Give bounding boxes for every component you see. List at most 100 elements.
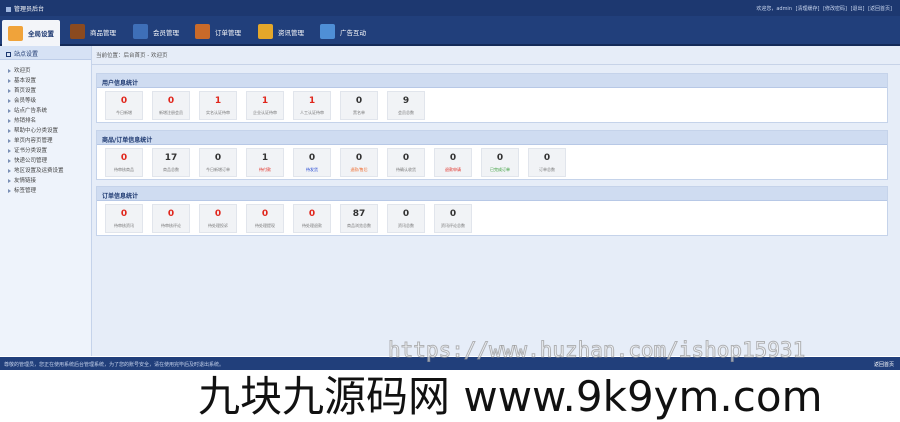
stat-card[interactable]: 0 退款/售后 (340, 148, 378, 177)
stat-card[interactable]: 0 订单总数 (528, 148, 566, 177)
ad-icon (320, 24, 335, 39)
nav-tab-global-settings[interactable]: 全局设置 (2, 20, 60, 46)
stat-value: 9 (402, 96, 410, 106)
nav-label: 资讯管理 (278, 28, 304, 37)
stat-card[interactable]: 1 人工认证待审 (293, 91, 331, 120)
stat-cards: 0 待审核资讯 0 待审核评论 0 待处理投诉 0 待处理提现 0 待处理退款 87 商品浏览总数 0 资… (97, 201, 887, 235)
nav-tab-news[interactable]: 资讯管理 (258, 19, 304, 44)
stat-card[interactable]: 0 资讯总数 (387, 204, 425, 233)
watermark-site: 九块九源码网 www.9k9ym.com (198, 372, 823, 421)
sidebar-item-welcome[interactable]: 欢迎页 (0, 66, 91, 76)
sidebar-item-site-ads[interactable]: 站点广告系统 (0, 106, 91, 116)
stat-value: 0 (120, 153, 128, 163)
stat-cards: 0 今日新增 0 新增注册会员 1 实名认证待审 1 企业认证待审 1 人工认证待审 0 黑名单 9 会员… (97, 88, 887, 122)
stat-value: 0 (214, 153, 222, 163)
stat-card[interactable]: 9 会员总数 (387, 91, 425, 120)
stat-card[interactable]: 0 已完成订单 (481, 148, 519, 177)
footer-home-link[interactable]: 返回首页 (874, 361, 894, 368)
watermark-url: https://www.huzhan.com/ishop15931 (387, 338, 806, 363)
main-nav: 全局设置 商品管理 会员管理 订单管理 资讯管理 广告互动 (0, 16, 900, 46)
stat-card[interactable]: 1 实名认证待审 (199, 91, 237, 120)
user-stats-panel: 用户信息统计 0 今日新增 0 新增注册会员 1 实名认证待审 1 企业认证待审 1 人工认证待审… (96, 73, 888, 123)
logout-link[interactable]: [退出] (851, 6, 865, 12)
stat-label: 今日新增订单 (206, 167, 230, 172)
welcome-text: 欢迎您，admin (756, 6, 792, 12)
stat-card[interactable]: 0 新增注册会员 (152, 91, 190, 120)
stat-label: 订单总数 (539, 167, 555, 172)
stat-value: 0 (402, 153, 410, 163)
main-content: 当前位置：后台首页 - 欢迎页 用户信息统计 0 今日新增 0 新增注册会员 1 实名认证… (92, 46, 900, 356)
nav-tab-products[interactable]: 商品管理 (70, 19, 116, 44)
stat-card[interactable]: 0 待处理退款 (293, 204, 331, 233)
stat-label: 退款/售后 (350, 167, 368, 172)
sidebar-item-hot-ranking[interactable]: 热销排名 (0, 116, 91, 126)
nav-tab-members[interactable]: 会员管理 (133, 19, 179, 44)
nav-tab-ads[interactable]: 广告互动 (320, 19, 366, 44)
nav-tab-orders[interactable]: 订单管理 (195, 19, 241, 44)
stat-value: 1 (261, 96, 269, 106)
admin-dashboard: 管理员后台 欢迎您，admin [清理缓存] [修改密码] [退出] [返回首页… (0, 0, 900, 422)
stat-label: 黑名单 (353, 110, 365, 115)
stat-card[interactable]: 0 待审核评论 (152, 204, 190, 233)
divider (92, 64, 900, 65)
stat-card[interactable]: 0 待确认收货 (387, 148, 425, 177)
stat-label: 待审核资讯 (114, 223, 134, 228)
sidebar-item-help-categories[interactable]: 帮助中心分类设置 (0, 126, 91, 136)
panel-title: 商品/订单信息统计 (97, 131, 887, 145)
stat-label: 人工认证待审 (300, 110, 324, 115)
app-title-text: 管理员后台 (14, 6, 45, 13)
stat-value: 17 (164, 153, 178, 163)
stat-card[interactable]: 0 待处理提现 (246, 204, 284, 233)
return-home-link[interactable]: [返回首页] (868, 6, 892, 12)
stat-card[interactable]: 0 待审核资讯 (105, 204, 143, 233)
stat-value: 0 (355, 96, 363, 106)
stat-value: 0 (308, 209, 316, 219)
stat-card[interactable]: 17 商品总数 (152, 148, 190, 177)
stat-card[interactable]: 0 退款申请 (434, 148, 472, 177)
sidebar-item-home-settings[interactable]: 首页设置 (0, 86, 91, 96)
sidebar-item-member-levels[interactable]: 会员等级 (0, 96, 91, 106)
stat-value: 0 (167, 96, 175, 106)
sidebar-item-tags[interactable]: 标签管理 (0, 186, 91, 196)
order-stats-panel: 订单信息统计 0 待审核资讯 0 待审核评论 0 待处理投诉 0 待处理提现 0 待处理退款 87 商… (96, 186, 888, 236)
stat-label: 资讯总数 (398, 223, 414, 228)
nav-label: 订单管理 (215, 28, 241, 37)
sidebar-header-label: 站点设置 (14, 51, 39, 58)
sidebar-item-basic-settings[interactable]: 基本设置 (0, 76, 91, 86)
stat-card[interactable]: 87 商品浏览总数 (340, 204, 378, 233)
stat-card[interactable]: 0 今日新增订单 (199, 148, 237, 177)
sidebar-item-couriers[interactable]: 快递公司管理 (0, 156, 91, 166)
stat-card[interactable]: 1 待付款 (246, 148, 284, 177)
stat-label: 待确认收货 (396, 167, 416, 172)
stat-value: 0 (308, 153, 316, 163)
stat-label: 今日新增 (116, 110, 132, 115)
stat-card[interactable]: 0 待发货 (293, 148, 331, 177)
stat-value: 1 (308, 96, 316, 106)
gear-icon (8, 25, 23, 41)
sidebar-item-friend-links[interactable]: 友情链接 (0, 176, 91, 186)
square-icon (6, 52, 11, 57)
stat-value: 1 (261, 153, 269, 163)
clear-cache-link[interactable]: [清理缓存] (796, 6, 820, 12)
product-order-stats-panel: 商品/订单信息统计 0 待审核商品 17 商品总数 0 今日新增订单 1 待付款 0 待发货 0 退款… (96, 130, 888, 180)
stat-label: 退款申请 (445, 167, 461, 172)
sidebar-item-pages[interactable]: 单页内容页管理 (0, 136, 91, 146)
stat-card[interactable]: 0 待审核商品 (105, 148, 143, 177)
logo-icon (6, 7, 11, 12)
stat-label: 新增注册会员 (159, 110, 183, 115)
app-title: 管理员后台 (6, 4, 44, 13)
sidebar-item-regions-shipping[interactable]: 地区设置及运费设置 (0, 166, 91, 176)
stat-label: 待审核商品 (114, 167, 134, 172)
sidebar-item-cert-categories[interactable]: 证书分类设置 (0, 146, 91, 156)
stat-label: 资讯评论总数 (441, 223, 465, 228)
stat-card[interactable]: 0 待处理投诉 (199, 204, 237, 233)
stat-value: 0 (449, 153, 457, 163)
stat-card[interactable]: 0 资讯评论总数 (434, 204, 472, 233)
stat-value: 0 (543, 153, 551, 163)
change-password-link[interactable]: [修改密码] (823, 6, 847, 12)
stat-card[interactable]: 0 黑名单 (340, 91, 378, 120)
nav-label: 广告互动 (340, 28, 366, 37)
stat-card[interactable]: 1 企业认证待审 (246, 91, 284, 120)
stat-value: 0 (496, 153, 504, 163)
stat-card[interactable]: 0 今日新增 (105, 91, 143, 120)
